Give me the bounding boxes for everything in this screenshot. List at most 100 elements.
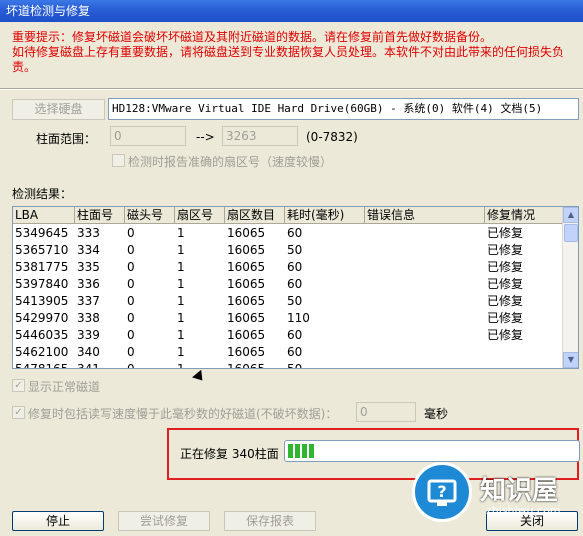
progress-segment [302,444,307,458]
progress-segment [295,444,300,458]
cell-repair [485,361,563,368]
progress-status: 正在修复 340柱面 [180,447,279,461]
cell-head: 0 [127,345,135,359]
cell-lba: 5381775 [15,260,69,274]
cell-time: 60 [287,328,303,342]
cell-head: 0 [127,328,135,342]
cell-head: 0 [127,260,135,274]
col-time[interactable]: 耗时(毫秒) [285,207,365,224]
cell-sector-count: 16065 [227,328,266,342]
stop-button[interactable]: 停止 [12,511,104,531]
cell-sector-count: 16065 [227,243,266,257]
watermark-logo-icon: ? [412,462,472,522]
cell-cylinder: 340 [77,345,100,359]
cell-time: 60 [287,277,303,291]
cell-sector: 1 [177,362,185,369]
slow-ms-input[interactable]: 0 [356,402,416,422]
col-head[interactable]: 磁头号 [125,207,175,224]
table-row[interactable]: 5462100 340 0 1 16065 60 [13,344,563,361]
cell-time: 60 [287,345,303,359]
show-normal-label: 显示正常磁道 [28,380,101,394]
try-repair-button[interactable]: 尝试修复 [118,511,210,531]
watermark: ? 知识屋 zhishiwu.com [410,462,583,536]
cell-error [365,242,485,259]
cylinder-to-input[interactable]: 3263 [222,126,298,146]
cell-head: 0 [127,311,135,325]
cell-error [365,344,485,361]
col-sector-count[interactable]: 扇区数目 [225,207,285,224]
cell-cylinder: 337 [77,294,100,308]
include-slow-label: 修复时包括读写速度慢于此毫秒数的好磁道(不破坏数据)： [28,407,338,421]
cell-head: 0 [127,226,135,240]
results-label: 检测结果： [12,187,73,201]
progress-segment [288,444,293,458]
cylinder-range-hint: (0-7832) [306,130,358,144]
cell-sector: 1 [177,294,185,308]
cell-repair: 已修复 [487,260,524,274]
ms-unit-label: 毫秒 [424,407,449,421]
col-error[interactable]: 错误信息 [365,207,485,224]
range-arrow: --> [196,130,215,144]
col-cylinder[interactable]: 柱面号 [75,207,125,224]
scroll-up-icon[interactable]: ▲ [563,207,578,223]
cell-sector-count: 16065 [227,277,266,291]
cell-cylinder: 335 [77,260,100,274]
cell-cylinder: 339 [77,328,100,342]
cell-repair [485,344,563,361]
cell-repair: 已修复 [487,328,524,342]
cell-sector: 1 [177,243,185,257]
col-repair[interactable]: 修复情况 [485,207,563,224]
cell-cylinder: 341 [77,362,100,369]
disk-info-field: HD128:VMware Virtual IDE Hard Drive(60GB… [108,98,579,120]
table-row[interactable]: 5429970 338 0 1 16065 110 已修复 [13,310,563,327]
cell-time: 110 [287,311,310,325]
table-row[interactable]: 5381775 335 0 1 16065 60 已修复 [13,259,563,276]
cell-sector-count: 16065 [227,345,266,359]
cylinder-from-input[interactable]: 0 [110,126,186,146]
cell-head: 0 [127,362,135,369]
results-table[interactable]: LBA 柱面号 磁头号 扇区号 扇区数目 耗时(毫秒) 错误信息 修复情况 53… [12,206,579,369]
include-slow-checkbox[interactable]: ✓ [12,406,25,419]
results-scrollbar[interactable]: ▲ ▼ [562,207,578,368]
table-row[interactable]: 5365710 334 0 1 16065 50 已修复 [13,242,563,259]
report-sector-checkbox[interactable] [112,154,125,167]
col-sector[interactable]: 扇区号 [175,207,225,224]
col-lba[interactable]: LBA [13,207,75,224]
cell-cylinder: 333 [77,226,100,240]
table-row[interactable]: 5478165 341 0 1 16065 50 [13,361,563,369]
cell-cylinder: 334 [77,243,100,257]
cell-sector-count: 16065 [227,260,266,274]
cell-sector: 1 [177,328,185,342]
cell-repair: 已修复 [487,226,524,240]
cell-sector-count: 16065 [227,294,266,308]
results-table-header: LBA 柱面号 磁头号 扇区号 扇区数目 耗时(毫秒) 错误信息 修复情况 [13,207,563,224]
cell-repair: 已修复 [487,311,524,325]
table-row[interactable]: 5349645 333 0 1 16065 60 已修复 [13,225,563,242]
cell-sector: 1 [177,345,185,359]
table-row[interactable]: 5397840 336 0 1 16065 60 已修复 [13,276,563,293]
watermark-name: 知识屋 [480,476,559,506]
table-row[interactable]: 5413905 337 0 1 16065 50 已修复 [13,293,563,310]
cell-cylinder: 338 [77,311,100,325]
cell-error [365,276,485,293]
cell-head: 0 [127,243,135,257]
mouse-pointer-icon [192,369,207,385]
cell-time: 50 [287,362,303,369]
select-disk-button[interactable]: 选择硬盘 [12,99,105,120]
cell-error [365,259,485,276]
report-sector-label: 检测时报告准确的扇区号（速度较慢） [128,155,333,169]
cell-repair: 已修复 [487,243,524,257]
save-report-button[interactable]: 保存报表 [224,511,316,531]
cell-lba: 5365710 [15,243,69,257]
table-row[interactable]: 5446035 339 0 1 16065 60 已修复 [13,327,563,344]
show-normal-checkbox[interactable]: ✓ [12,379,25,392]
cell-head: 0 [127,294,135,308]
cell-cylinder: 336 [77,277,100,291]
scroll-down-icon[interactable]: ▼ [563,352,578,368]
cell-sector-count: 16065 [227,362,266,369]
warning-line-1: 重要提示：修复坏磁道会破坏坏磁道及其附近磁道的数据。请在修复前首先做好数据备份。 [12,30,493,44]
cell-sector: 1 [177,226,185,240]
warning-notice: 重要提示：修复坏磁道会破坏坏磁道及其附近磁道的数据。请在修复前首先做好数据备份。… [12,30,577,75]
cell-lba: 5429970 [15,311,69,325]
scroll-thumb[interactable] [564,224,578,242]
